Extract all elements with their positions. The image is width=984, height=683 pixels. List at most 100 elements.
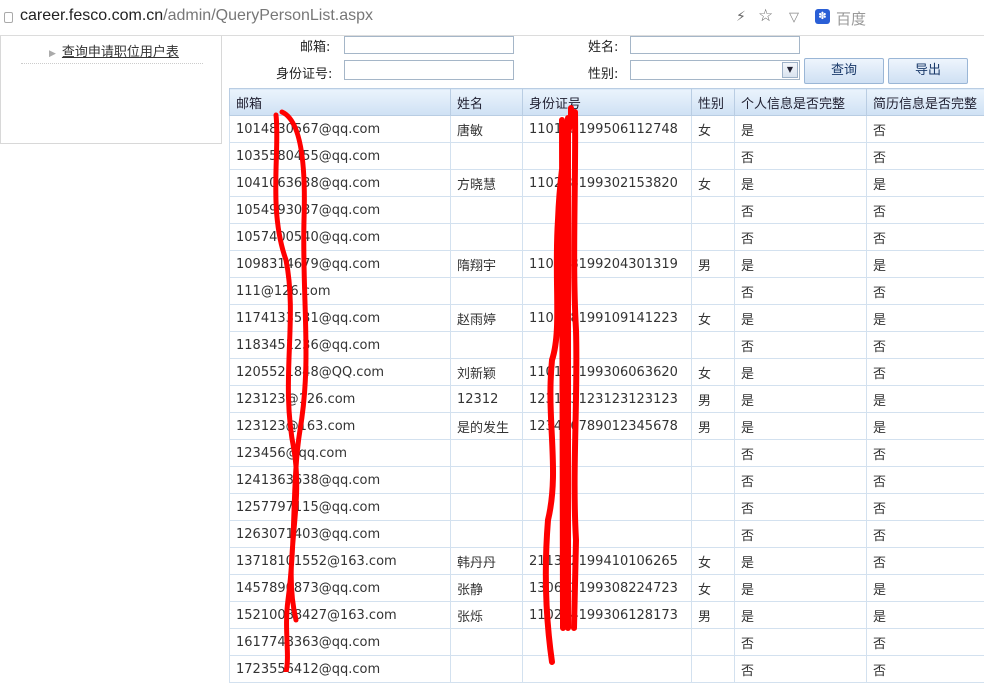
cell-name: 12312 xyxy=(451,386,523,413)
query-button[interactable]: 查询 xyxy=(804,58,884,84)
cell-gender: 男 xyxy=(692,413,735,440)
cell-personal-info-complete: 是 xyxy=(735,413,867,440)
table-row[interactable]: 1054993037@qq.com否否 xyxy=(230,197,984,224)
gender-label: 性别: xyxy=(588,63,618,82)
table-body: 1014830567@qq.com唐敏110105199506112748女是否… xyxy=(230,116,984,683)
table-row[interactable]: 1457890873@qq.com张静130682199308224723女是是 xyxy=(230,575,984,602)
cell-email: 1241363638@qq.com xyxy=(230,467,451,494)
table-row[interactable]: 1257797115@qq.com否否 xyxy=(230,494,984,521)
cell-email: 1263071403@qq.com xyxy=(230,521,451,548)
cell-resume-complete: 否 xyxy=(867,359,984,386)
column-header-name[interactable]: 姓名 xyxy=(451,89,523,116)
table-row[interactable]: 1263071403@qq.com否否 xyxy=(230,521,984,548)
address-url[interactable]: career.fesco.com.cn/admin/QueryPersonLis… xyxy=(20,7,373,25)
id-number-field[interactable] xyxy=(344,60,514,80)
chevron-down-icon[interactable]: ▽ xyxy=(789,10,799,25)
cell-email: 1457890873@qq.com xyxy=(230,575,451,602)
cell-resume-complete: 否 xyxy=(867,197,984,224)
cell-email: 123123@126.com xyxy=(230,386,451,413)
column-header-id-number[interactable]: 身份证号 xyxy=(523,89,692,116)
baidu-paw-icon[interactable]: ✽ xyxy=(815,9,830,24)
table-row[interactable]: 1183451236@qq.com否否 xyxy=(230,332,984,359)
table-row[interactable]: 123123@163.com是的发生123456789012345678男是是 xyxy=(230,413,984,440)
cell-personal-info-complete: 是 xyxy=(735,359,867,386)
cell-name: 唐敏 xyxy=(451,116,523,143)
sidebar-item-query-applicants[interactable]: ▶查询申请职位用户表 xyxy=(49,41,179,60)
cell-name xyxy=(451,278,523,305)
sidebar-item-label[interactable]: 查询申请职位用户表 xyxy=(62,45,179,60)
cell-personal-info-complete: 否 xyxy=(735,440,867,467)
cell-name xyxy=(451,197,523,224)
cell-name xyxy=(451,224,523,251)
cell-personal-info-complete: 是 xyxy=(735,548,867,575)
cell-email: 1205521848@QQ.com xyxy=(230,359,451,386)
cell-email: 13718101552@163.com xyxy=(230,548,451,575)
column-header-resume-complete[interactable]: 简历信息是否完整 xyxy=(867,89,984,116)
cell-name: 刘新颖 xyxy=(451,359,523,386)
browser-address-bar: career.fesco.com.cn/admin/QueryPersonLis… xyxy=(0,0,984,36)
table-row[interactable]: 15210088427@163.com张烁110224199306128173男… xyxy=(230,602,984,629)
export-button[interactable]: 导出 xyxy=(888,58,968,84)
table-row[interactable]: 13718101552@163.com韩丹丹211382199410106265… xyxy=(230,548,984,575)
search-form: 邮箱: 姓名: 身份证号: 性别: ▼ 查询 导出 xyxy=(230,36,984,88)
cell-email: 123123@163.com xyxy=(230,413,451,440)
cell-name: 隋翔宇 xyxy=(451,251,523,278)
cell-email: 1174133531@qq.com xyxy=(230,305,451,332)
cell-email: 123456@qq.com xyxy=(230,440,451,467)
search-engine-label[interactable]: 百度 xyxy=(836,8,866,29)
cell-name: 韩丹丹 xyxy=(451,548,523,575)
table-row[interactable]: 1723556412@qq.com否否 xyxy=(230,656,984,683)
gender-select[interactable]: ▼ xyxy=(630,60,800,80)
table-row[interactable]: 1098314679@qq.com隋翔宇110108199204301319男是… xyxy=(230,251,984,278)
table-row[interactable]: 1041063638@qq.com方晓慧110228199302153820女是… xyxy=(230,170,984,197)
table-row[interactable]: 123456@qq.com否否 xyxy=(230,440,984,467)
results-table: 邮箱 姓名 身份证号 性别 个人信息是否完整 简历信息是否完整 10148305… xyxy=(229,88,984,683)
table-row[interactable]: 1241363638@qq.com否否 xyxy=(230,467,984,494)
cell-personal-info-complete: 是 xyxy=(735,575,867,602)
cell-resume-complete: 否 xyxy=(867,332,984,359)
page-icon xyxy=(4,12,13,23)
cell-email: 1257797115@qq.com xyxy=(230,494,451,521)
table-row[interactable]: 111@126.com否否 xyxy=(230,278,984,305)
cell-id-number: 211382199410106265 xyxy=(523,548,692,575)
cell-name xyxy=(451,143,523,170)
cell-personal-info-complete: 是 xyxy=(735,170,867,197)
cell-personal-info-complete: 否 xyxy=(735,656,867,683)
cell-resume-complete: 否 xyxy=(867,467,984,494)
table-row[interactable]: 1205521848@QQ.com刘新颖110111199306063620女是… xyxy=(230,359,984,386)
cell-id-number xyxy=(523,440,692,467)
cell-id-number xyxy=(523,278,692,305)
table-row[interactable]: 1057400540@qq.com否否 xyxy=(230,224,984,251)
cell-gender: 女 xyxy=(692,575,735,602)
table-row[interactable]: 123123@126.com12312123123123123123123男是是 xyxy=(230,386,984,413)
table-row[interactable]: 1014830567@qq.com唐敏110105199506112748女是否 xyxy=(230,116,984,143)
table-row[interactable]: 1174133531@qq.com赵雨婷110228199109141223女是… xyxy=(230,305,984,332)
cell-name: 方晓慧 xyxy=(451,170,523,197)
cell-id-number: 110228199109141223 xyxy=(523,305,692,332)
cell-resume-complete: 否 xyxy=(867,116,984,143)
cell-personal-info-complete: 是 xyxy=(735,602,867,629)
lightning-icon[interactable]: ⚡ xyxy=(736,9,746,25)
cell-personal-info-complete: 否 xyxy=(735,521,867,548)
dropdown-arrow-icon[interactable]: ▼ xyxy=(782,62,798,78)
cell-resume-complete: 否 xyxy=(867,548,984,575)
star-icon[interactable]: ☆ xyxy=(758,6,773,26)
cell-email: 1723556412@qq.com xyxy=(230,656,451,683)
cell-email: 1035580455@qq.com xyxy=(230,143,451,170)
cell-personal-info-complete: 否 xyxy=(735,278,867,305)
name-field[interactable] xyxy=(630,36,800,54)
cell-gender xyxy=(692,143,735,170)
table-row[interactable]: 1035580455@qq.com否否 xyxy=(230,143,984,170)
cell-id-number: 123123123123123123 xyxy=(523,386,692,413)
column-header-gender[interactable]: 性别 xyxy=(692,89,735,116)
column-header-email[interactable]: 邮箱 xyxy=(230,89,451,116)
cell-gender: 女 xyxy=(692,170,735,197)
table-row[interactable]: 1617748363@qq.com否否 xyxy=(230,629,984,656)
cell-personal-info-complete: 否 xyxy=(735,629,867,656)
email-field[interactable] xyxy=(344,36,514,54)
cell-personal-info-complete: 否 xyxy=(735,224,867,251)
url-host: career.fesco.com.cn xyxy=(20,7,163,24)
column-header-personal-info-complete[interactable]: 个人信息是否完整 xyxy=(735,89,867,116)
cell-email: 111@126.com xyxy=(230,278,451,305)
cell-personal-info-complete: 是 xyxy=(735,116,867,143)
